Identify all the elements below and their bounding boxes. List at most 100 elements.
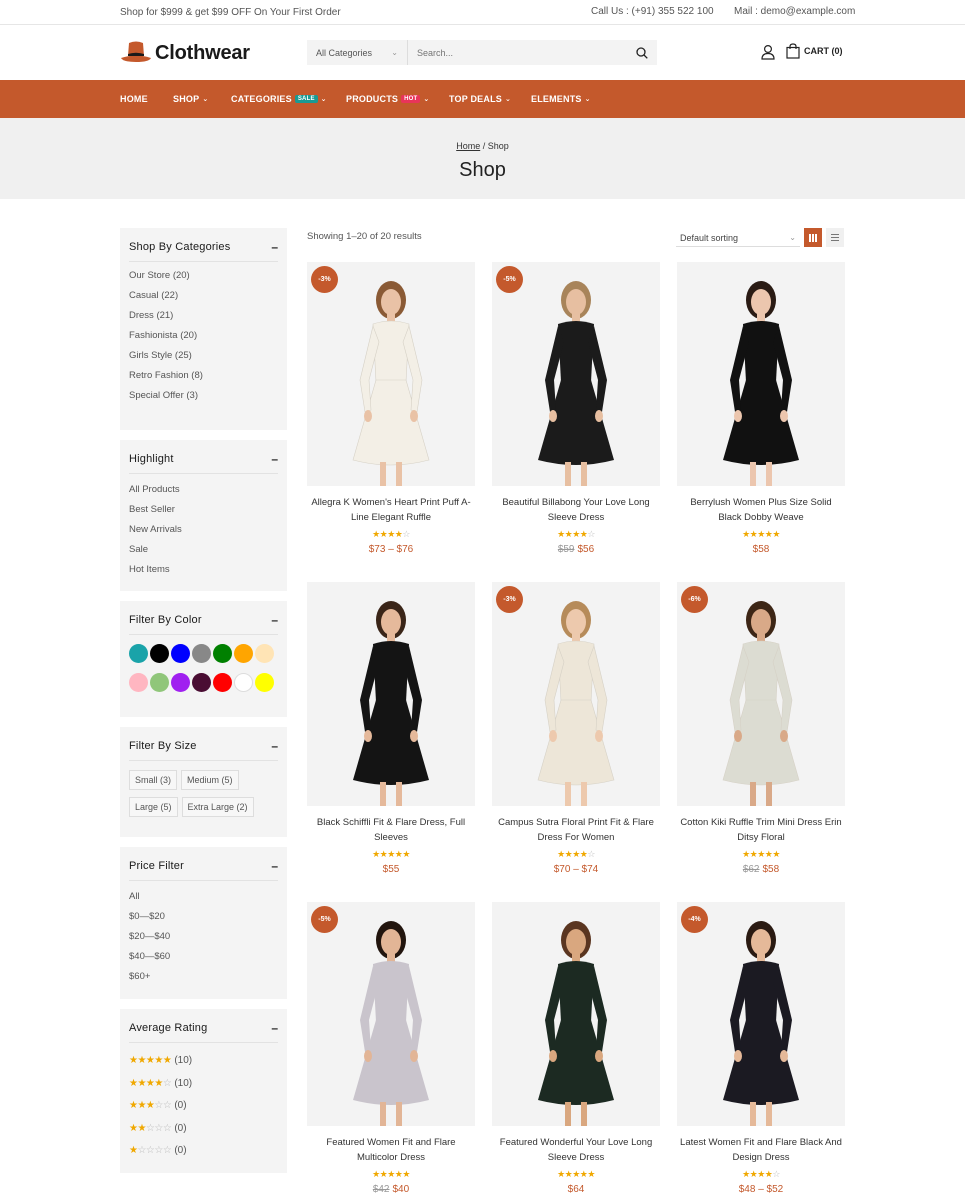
highlight-item[interactable]: Best Seller (129, 500, 278, 520)
panel-header[interactable]: Shop By Categories – (129, 228, 278, 262)
price-filter-item[interactable]: $20—$40 (129, 927, 278, 947)
color-swatch[interactable] (150, 673, 169, 692)
highlight-item[interactable]: New Arrivals (129, 520, 278, 540)
price-filter-item[interactable]: $40—$60 (129, 947, 278, 967)
nav-products[interactable]: PRODUCTS HOT ⌄ (346, 94, 429, 104)
collapse-icon[interactable]: – (271, 860, 278, 872)
category-select[interactable]: All Categories ⌄ (307, 40, 408, 65)
color-swatch[interactable] (234, 644, 253, 663)
product-name[interactable]: Campus Sutra Floral Print Fit & Flare Dr… (492, 816, 660, 846)
highlight-item[interactable]: Sale (129, 540, 278, 560)
panel-header[interactable]: Filter By Color – (129, 601, 278, 635)
product-card[interactable]: -4% Latest Women Fit and Flare Black And … (677, 902, 845, 1195)
rating-filter-item[interactable]: ★☆☆☆☆ (0) (129, 1140, 278, 1163)
product-name[interactable]: Black Schiffli Fit & Flare Dress, Full S… (307, 816, 475, 846)
panel-header[interactable]: Filter By Size – (129, 727, 278, 761)
product-image[interactable] (492, 902, 660, 1126)
cart-button[interactable]: CART (0) (786, 43, 843, 59)
price-filter-item[interactable]: $60+ (129, 967, 278, 987)
color-swatch[interactable] (213, 673, 232, 692)
nav-home[interactable]: HOME (120, 94, 148, 104)
nav-elements[interactable]: ELEMENTS ⌄ (531, 94, 591, 104)
color-swatch[interactable] (255, 673, 274, 692)
category-item[interactable]: Fashionista (20) (129, 326, 278, 346)
price-filter-item[interactable]: $0—$20 (129, 907, 278, 927)
category-item[interactable]: Casual (22) (129, 286, 278, 306)
category-item[interactable]: Dress (21) (129, 306, 278, 326)
list-view-button[interactable] (826, 228, 844, 247)
search-input[interactable] (408, 40, 627, 65)
nav-top-deals[interactable]: TOP DEALS ⌄ (449, 94, 511, 104)
grid-view-button[interactable] (804, 228, 822, 247)
product-card[interactable]: -6% Cotton Kiki Ruffle Trim Mini Dress Er… (677, 582, 845, 875)
color-swatch[interactable] (192, 673, 211, 692)
color-swatch[interactable] (129, 644, 148, 663)
price-filter-item[interactable]: All (129, 887, 278, 907)
rating-filter-item[interactable]: ★★☆☆☆ (0) (129, 1118, 278, 1141)
nav-categories[interactable]: CATEGORIES SALE ⌄ (231, 94, 327, 104)
rating-filter-item[interactable]: ★★★★★ (10) (129, 1050, 278, 1073)
color-swatch[interactable] (129, 673, 148, 692)
product-card[interactable]: -3% Allegra K Women's Heart Print Puff A-… (307, 262, 475, 555)
product-image[interactable]: -3% (307, 262, 475, 486)
highlight-item[interactable]: All Products (129, 480, 278, 500)
collapse-icon[interactable]: – (271, 614, 278, 626)
color-swatch[interactable] (255, 644, 274, 663)
collapse-icon[interactable]: – (271, 453, 278, 465)
color-swatch[interactable] (213, 644, 232, 663)
product-name[interactable]: Beautiful Billabong Your Love Long Sleev… (492, 496, 660, 526)
product-name[interactable]: Allegra K Women's Heart Print Puff A-Lin… (307, 496, 475, 526)
size-option[interactable]: Small (3) (129, 770, 178, 790)
size-option[interactable]: Extra Large (2) (181, 797, 254, 817)
size-option[interactable]: Large (5) (129, 797, 178, 817)
panel-header[interactable]: Highlight – (129, 440, 278, 474)
user-icon[interactable] (760, 44, 776, 60)
rating-filter-item[interactable]: ★★★★☆ (10) (129, 1073, 278, 1096)
product-card[interactable]: Black Schiffli Fit & Flare Dress, Full S… (307, 582, 475, 875)
color-swatch[interactable] (171, 673, 190, 692)
product-image[interactable] (307, 582, 475, 806)
logo[interactable]: Clothwear (120, 38, 250, 68)
mail-text[interactable]: Mail : demo@example.com (734, 6, 855, 17)
product-name[interactable]: Latest Women Fit and Flare Black And Des… (677, 1136, 845, 1166)
sort-select[interactable]: Default sorting ⌄ (676, 229, 800, 247)
product-name[interactable]: Berrylush Women Plus Size Solid Black Do… (677, 496, 845, 526)
panel-header[interactable]: Price Filter – (129, 847, 278, 881)
category-item[interactable]: Girls Style (25) (129, 346, 278, 366)
category-item[interactable]: Special Offer (3) (129, 386, 278, 404)
product-name[interactable]: Featured Wonderful Your Love Long Sleeve… (492, 1136, 660, 1166)
product-image[interactable]: -5% (307, 902, 475, 1126)
product-card[interactable]: Berrylush Women Plus Size Solid Black Do… (677, 262, 845, 555)
highlight-item[interactable]: Hot Items (129, 560, 278, 580)
size-filter-panel: Filter By Size – Small (3) Medium (5) Larg… (120, 727, 287, 837)
product-image[interactable]: -3% (492, 582, 660, 806)
nav-shop[interactable]: SHOP ⌄ (173, 94, 208, 104)
filled-stars: ★★★★★ (372, 849, 410, 859)
size-option[interactable]: Medium (5) (181, 770, 239, 790)
discount-badge: -5% (311, 906, 338, 933)
color-swatch[interactable] (192, 644, 211, 663)
product-image[interactable]: -5% (492, 262, 660, 486)
color-swatch[interactable] (234, 673, 253, 692)
product-card[interactable]: Featured Wonderful Your Love Long Sleeve… (492, 902, 660, 1195)
color-swatch[interactable] (171, 644, 190, 663)
current-price: $55 (382, 864, 400, 875)
product-image[interactable]: -4% (677, 902, 845, 1126)
category-item[interactable]: Retro Fashion (8) (129, 366, 278, 386)
product-card[interactable]: -3% Campus Sutra Floral Print Fit & Flare… (492, 582, 660, 875)
collapse-icon[interactable]: – (271, 1022, 278, 1034)
category-item[interactable]: Our Store (20) (129, 266, 278, 286)
product-image[interactable] (677, 262, 845, 486)
collapse-icon[interactable]: – (271, 241, 278, 253)
product-name[interactable]: Featured Women Fit and Flare Multicolor … (307, 1136, 475, 1166)
product-card[interactable]: -5% Featured Women Fit and Flare Multicol… (307, 902, 475, 1195)
panel-header[interactable]: Average Rating – (129, 1009, 278, 1043)
product-image[interactable]: -6% (677, 582, 845, 806)
rating-filter-item[interactable]: ★★★☆☆ (0) (129, 1095, 278, 1118)
product-card[interactable]: -5% Beautiful Billabong Your Love Long Sl… (492, 262, 660, 555)
breadcrumb-home-link[interactable]: Home (456, 141, 480, 151)
product-name[interactable]: Cotton Kiki Ruffle Trim Mini Dress Erin … (677, 816, 845, 846)
search-button[interactable] (627, 40, 657, 65)
collapse-icon[interactable]: – (271, 740, 278, 752)
color-swatch[interactable] (150, 644, 169, 663)
